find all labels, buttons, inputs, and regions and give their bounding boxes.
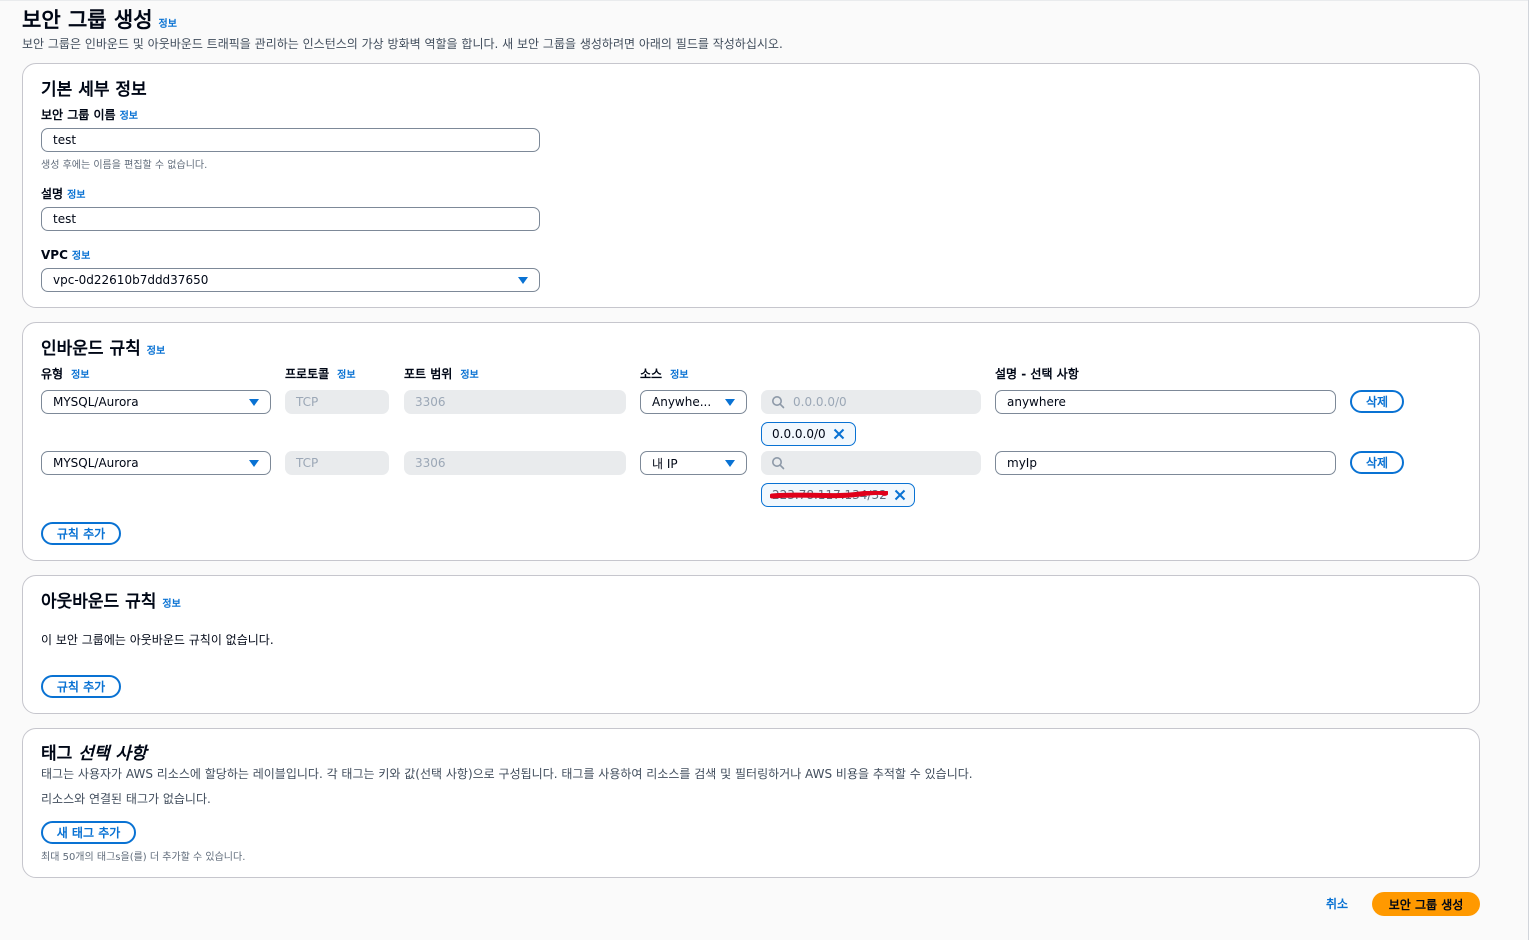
sg-name-label-text: 보안 그룹 이름 xyxy=(41,108,116,122)
rule-2-protocol-field: TCP xyxy=(285,451,389,475)
rule-2-type-select[interactable]: MYSQL/Aurora xyxy=(41,451,271,475)
col-protocol-text: 프로토콜 xyxy=(285,367,330,381)
sg-description-input[interactable] xyxy=(41,207,540,231)
rule-1-cidr-search[interactable]: 0.0.0.0/0 xyxy=(761,390,981,414)
sg-name-hint: 생성 후에는 이름을 편집할 수 없습니다. xyxy=(41,160,208,171)
tags-title-text: 태그 xyxy=(41,744,73,764)
add-tag-button[interactable]: 새 태그 추가 xyxy=(41,821,136,844)
rule-2-description-input[interactable] xyxy=(995,451,1336,475)
search-icon xyxy=(772,396,785,409)
rule-1-type-select[interactable]: MYSQL/Aurora xyxy=(41,390,271,414)
close-icon[interactable] xyxy=(832,427,846,441)
caret-down-icon xyxy=(249,398,259,406)
page-title-text: 보안 그룹 생성 xyxy=(22,8,153,32)
rule-1-description-input[interactable] xyxy=(995,390,1336,414)
caret-down-icon xyxy=(249,459,259,467)
col-type-label: 유형 정보 xyxy=(41,365,90,382)
cancel-button[interactable]: 취소 xyxy=(1326,895,1348,912)
basic-details-title: 기본 세부 정보 xyxy=(41,80,147,100)
col-source-text: 소스 xyxy=(640,367,663,381)
col-source-info-link[interactable]: 정보 xyxy=(670,370,688,381)
search-icon xyxy=(772,457,785,470)
outbound-rules-title-text: 아웃바운드 규칙 xyxy=(41,592,157,612)
col-description-label: 설명 - 선택 사항 xyxy=(995,367,1079,381)
outbound-info-link[interactable]: 정보 xyxy=(162,599,180,610)
tags-title-optional: 선택 사항 xyxy=(78,744,147,764)
col-port-label: 포트 범위 정보 xyxy=(404,365,479,382)
redaction-scribble xyxy=(770,491,888,499)
basic-details-panel: 기본 세부 정보 보안 그룹 이름정보 생성 후에는 이름을 편집할 수 없습니… xyxy=(22,63,1480,308)
tags-empty-text: 리소스와 연결된 태그가 없습니다. xyxy=(41,792,211,806)
sg-description-label: 설명 정보 xyxy=(41,185,86,202)
inbound-info-link[interactable]: 정보 xyxy=(147,346,165,357)
tags-description: 태그는 사용자가 AWS 리소스에 할당하는 레이블입니다. 각 태그는 키와 … xyxy=(41,767,973,781)
page-description: 보안 그룹은 인바운드 및 아웃바운드 트래픽을 관리하는 인스턴스의 가상 방… xyxy=(22,37,783,51)
page-title: 보안 그룹 생성 정보 xyxy=(22,4,177,34)
outbound-add-rule-button[interactable]: 규칙 추가 xyxy=(41,675,121,698)
col-port-text: 포트 범위 xyxy=(404,367,453,381)
col-protocol-info-link[interactable]: 정보 xyxy=(337,370,355,381)
page-info-link[interactable]: 정보 xyxy=(159,19,177,30)
vpc-info-link[interactable]: 정보 xyxy=(72,251,90,262)
tags-limit-hint: 최대 50개의 태그s을(를) 더 추가할 수 있습니다. xyxy=(41,852,246,863)
col-protocol-label: 프로토콜 정보 xyxy=(285,365,356,382)
rule-1-port-field: 3306 xyxy=(404,390,626,414)
rule-1-source-select[interactable]: Anywhe... xyxy=(640,390,747,414)
rule-2-cidr-token: 223.78.117.134/32 xyxy=(761,483,915,507)
inbound-rules-panel: 인바운드 규칙 정보 유형 정보 프로토콜 정보 포트 범위 정보 소스 정보 설명 - … xyxy=(22,322,1480,561)
tags-panel: 태그 선택 사항 태그는 사용자가 AWS 리소스에 할당하는 레이블입니다. … xyxy=(22,728,1480,878)
rule-2-type-value: MYSQL/Aurora xyxy=(53,456,139,470)
tags-title: 태그 선택 사항 xyxy=(41,739,147,764)
rule-1-source-value: Anywhe... xyxy=(652,395,712,409)
rule-1-protocol-field: TCP xyxy=(285,390,389,414)
col-source-label: 소스 정보 xyxy=(640,365,689,382)
vpc-label-text: VPC xyxy=(41,248,68,262)
inbound-add-rule-button[interactable]: 규칙 추가 xyxy=(41,522,121,545)
top-divider xyxy=(0,0,1529,1)
rule-1-cidr-placeholder: 0.0.0.0/0 xyxy=(793,395,847,409)
rule-2-port-field: 3306 xyxy=(404,451,626,475)
sg-name-input[interactable] xyxy=(41,128,540,152)
inbound-rules-title-text: 인바운드 규칙 xyxy=(41,339,141,359)
rule-1-type-value: MYSQL/Aurora xyxy=(53,395,139,409)
rule-2-delete-button[interactable]: 삭제 xyxy=(1350,451,1404,474)
rule-1-cidr-token-text: 0.0.0.0/0 xyxy=(772,427,826,441)
sg-name-info-link[interactable]: 정보 xyxy=(120,111,138,122)
caret-down-icon xyxy=(725,398,735,406)
inbound-rules-title: 인바운드 규칙 정보 xyxy=(41,334,165,359)
outbound-rules-panel: 아웃바운드 규칙 정보 이 보안 그룹에는 아웃바운드 규칙이 없습니다. 규칙 … xyxy=(22,575,1480,714)
sg-description-info-link[interactable]: 정보 xyxy=(67,190,85,201)
col-type-info-link[interactable]: 정보 xyxy=(71,370,89,381)
outbound-rules-title: 아웃바운드 규칙 정보 xyxy=(41,587,181,612)
col-port-info-link[interactable]: 정보 xyxy=(460,370,478,381)
caret-down-icon xyxy=(518,276,528,284)
vpc-label: VPC 정보 xyxy=(41,247,90,262)
rule-2-source-value: 내 IP xyxy=(652,456,678,471)
rule-1-cidr-token: 0.0.0.0/0 xyxy=(761,422,856,446)
sg-name-label: 보안 그룹 이름 정보 xyxy=(41,106,138,123)
rule-2-source-select[interactable]: 내 IP xyxy=(640,451,747,475)
col-type-text: 유형 xyxy=(41,367,64,381)
sg-description-label-text: 설명 xyxy=(41,187,64,201)
vpc-select-value: vpc-0d22610b7ddd37650 xyxy=(53,273,209,287)
caret-down-icon xyxy=(725,459,735,467)
rule-1-delete-button[interactable]: 삭제 xyxy=(1350,390,1404,413)
vpc-select[interactable]: vpc-0d22610b7ddd37650 xyxy=(41,268,540,292)
close-icon[interactable] xyxy=(893,488,907,502)
create-security-group-button[interactable]: 보안 그룹 생성 xyxy=(1372,892,1480,916)
rule-2-cidr-search[interactable] xyxy=(761,451,981,475)
outbound-empty-text: 이 보안 그룹에는 아웃바운드 규칙이 없습니다. xyxy=(41,633,274,647)
